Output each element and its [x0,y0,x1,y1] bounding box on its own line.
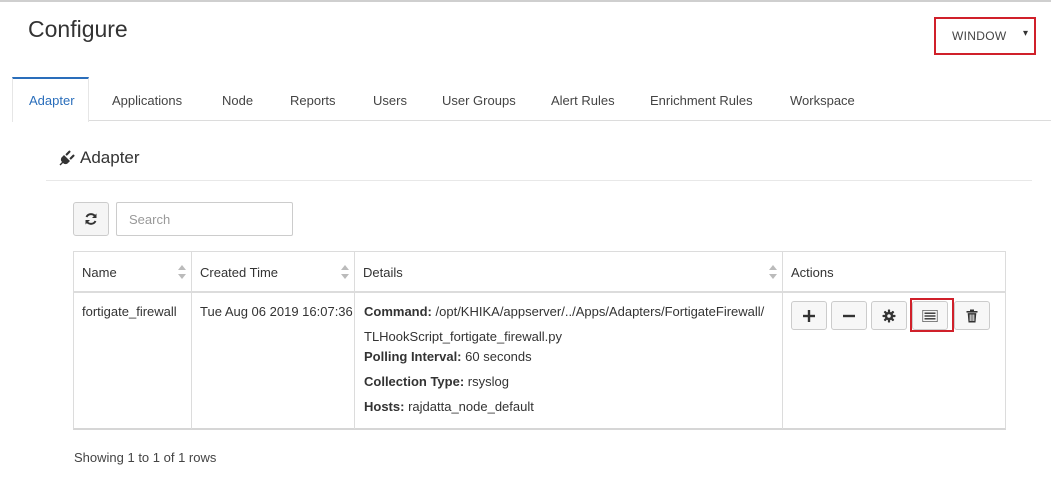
tab-users[interactable]: Users [373,77,407,121]
settings-button[interactable] [871,301,907,330]
details-command-cont: TLHookScript_fortigate_firewall.py [364,329,562,344]
delete-button[interactable] [954,301,990,330]
search-input[interactable] [116,202,293,236]
column-header-actions: Actions [783,252,1005,293]
plug-icon [59,150,75,166]
column-header-details[interactable]: Details [355,252,783,293]
details-collection-type: Collection Type: rsyslog [364,374,509,389]
sort-icon [769,265,777,279]
refresh-button[interactable] [73,202,109,236]
section-title-label: Adapter [80,148,140,167]
gear-icon [882,309,896,322]
minus-icon [843,314,855,317]
refresh-icon [85,213,97,225]
tab-adapter[interactable]: Adapter [12,77,89,122]
details-command: Command: /opt/KHIKA/appserver/../Apps/Ad… [364,304,765,319]
tab-node[interactable]: Node [222,77,253,121]
trash-icon [966,309,978,322]
remove-button[interactable] [831,301,867,330]
tab-bar: Adapter Applications Node Reports Users … [12,77,1051,122]
list-icon [922,309,938,322]
column-header-created-time[interactable]: Created Time [192,252,355,293]
sort-icon [178,265,186,279]
details-hosts: Hosts: rajdatta_node_default [364,399,534,414]
column-divider [782,252,783,429]
cell-name: fortigate_firewall [82,304,177,319]
pagination-info: Showing 1 to 1 of 1 rows [74,450,217,465]
tab-enrichment-rules[interactable]: Enrichment Rules [650,77,753,121]
tab-reports[interactable]: Reports [290,77,336,121]
section-divider [46,180,1032,181]
window-select[interactable]: WINDOW ▾ [934,17,1036,55]
adapter-table: Name Created Time Details Actions fortig… [73,251,1006,430]
tab-alert-rules[interactable]: Alert Rules [551,77,615,121]
column-divider [191,252,192,429]
tab-applications[interactable]: Applications [112,77,182,121]
tab-workspace[interactable]: Workspace [790,77,855,121]
view-details-button[interactable] [912,301,948,330]
sort-icon [341,265,349,279]
details-polling-interval: Polling Interval: 60 seconds [364,349,532,364]
page-title: Configure [28,16,128,42]
add-button[interactable] [791,301,827,330]
section-title: Adapter [58,148,140,168]
tab-user-groups[interactable]: User Groups [442,77,516,121]
column-header-name[interactable]: Name [74,252,192,293]
cell-created-time: Tue Aug 06 2019 16:07:36 [200,304,353,319]
top-divider [0,0,1051,2]
plus-icon [803,309,815,322]
window-select-value: WINDOW [952,29,1007,43]
chevron-down-icon: ▾ [1022,28,1028,39]
column-divider [354,252,355,429]
